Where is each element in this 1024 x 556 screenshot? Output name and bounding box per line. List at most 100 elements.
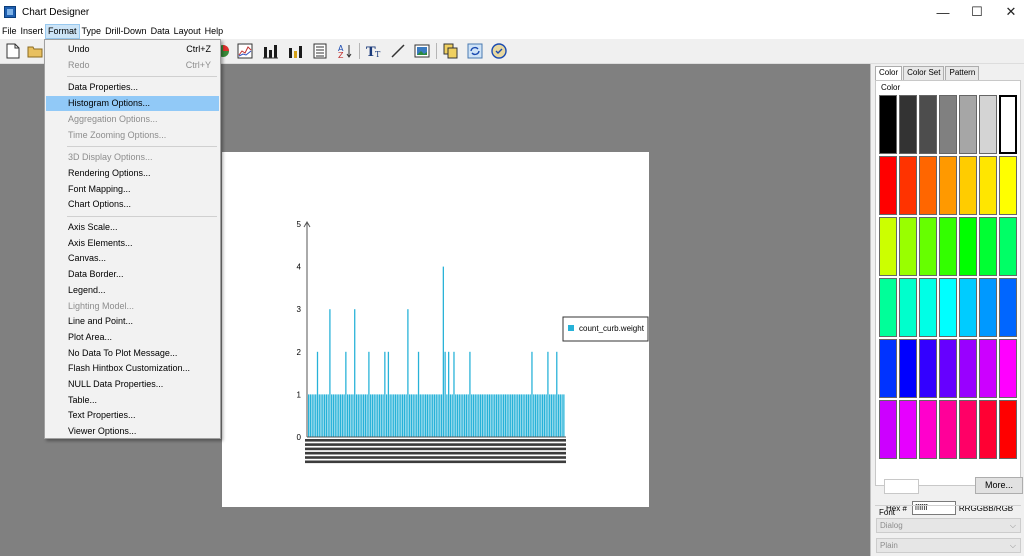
menu-item-axis-elements[interactable]: Axis Elements... (46, 236, 219, 251)
menu-item-text-properties[interactable]: Text Properties... (46, 408, 219, 423)
color-swatch[interactable] (919, 156, 937, 215)
color-swatch[interactable] (919, 95, 937, 154)
menu-type[interactable]: Type (80, 24, 104, 39)
menu-item-line-and-point[interactable]: Line and Point... (46, 314, 219, 329)
color-swatch[interactable] (899, 400, 917, 459)
menu-item-flash-hintbox-customization[interactable]: Flash Hintbox Customization... (46, 361, 219, 376)
menu-item-null-data-properties[interactable]: NULL Data Properties... (46, 377, 219, 392)
preview-icon[interactable] (490, 42, 508, 60)
tab-pattern[interactable]: Pattern (945, 66, 980, 80)
color-swatch[interactable] (979, 400, 997, 459)
color-swatch[interactable] (959, 156, 977, 215)
color-swatch[interactable] (899, 156, 917, 215)
color-swatch[interactable] (879, 278, 897, 337)
menu-item-data-properties[interactable]: Data Properties... (46, 80, 219, 95)
color-swatch[interactable] (899, 278, 917, 337)
color-swatch[interactable] (919, 339, 937, 398)
color-swatch[interactable] (999, 278, 1017, 337)
color-swatch[interactable] (979, 95, 997, 154)
menu-item-table[interactable]: Table... (46, 393, 219, 408)
text-icon[interactable]: TT (365, 42, 383, 60)
color-swatch[interactable] (879, 400, 897, 459)
menu-item-canvas[interactable]: Canvas... (46, 251, 219, 266)
menu-help[interactable]: Help (203, 24, 226, 39)
color-swatch[interactable] (999, 156, 1017, 215)
line-draw-icon[interactable] (389, 42, 407, 60)
copy-icon[interactable] (442, 42, 460, 60)
sort-az-icon[interactable]: AZ (336, 42, 354, 60)
menu-item-font-mapping[interactable]: Font Mapping... (46, 182, 219, 197)
menu-drill-down[interactable]: Drill-Down (103, 24, 149, 39)
color-swatch[interactable] (959, 278, 977, 337)
menu-item-undo[interactable]: Undo Ctrl+Z (46, 42, 219, 57)
chart-canvas[interactable]: 0 1 2 3 4 5 count_curb.weight (222, 152, 649, 507)
color-swatch[interactable] (939, 278, 957, 337)
color-swatch[interactable] (879, 95, 897, 154)
list-icon[interactable] (311, 42, 329, 60)
more-colors-button[interactable]: More... (975, 477, 1023, 494)
menu-item-axis-scale[interactable]: Axis Scale... (46, 220, 219, 235)
new-file-icon[interactable] (4, 42, 22, 60)
histogram-bar (462, 394, 464, 437)
histogram-bar (497, 394, 499, 437)
color-swatch[interactable] (899, 339, 917, 398)
tab-color-set[interactable]: Color Set (903, 66, 945, 80)
color-swatch[interactable] (919, 400, 937, 459)
menu-format[interactable]: Format (45, 24, 80, 39)
color-swatch[interactable] (959, 339, 977, 398)
menu-item-data-border[interactable]: Data Border... (46, 267, 219, 282)
color-swatch[interactable] (899, 217, 917, 276)
menu-data[interactable]: Data (149, 24, 172, 39)
color-swatch[interactable] (999, 217, 1017, 276)
color-swatch[interactable] (939, 339, 957, 398)
color-swatch[interactable] (919, 278, 937, 337)
menu-item-plot-area[interactable]: Plot Area... (46, 330, 219, 345)
maximize-button[interactable]: ☐ (960, 0, 994, 24)
color-swatch[interactable] (959, 400, 977, 459)
histogram-chart[interactable]: 0 1 2 3 4 5 count_curb.weight (222, 152, 649, 507)
menu-item-no-data-to-plot-message[interactable]: No Data To Plot Message... (46, 346, 219, 361)
color-swatch[interactable] (979, 217, 997, 276)
refresh-icon[interactable] (466, 42, 484, 60)
font-family-select[interactable]: Dialog ⌵ (876, 518, 1021, 533)
menu-item-histogram-options[interactable]: Histogram Options... (46, 96, 219, 112)
color-swatch[interactable] (879, 339, 897, 398)
color-swatch[interactable] (879, 217, 897, 276)
color-swatch[interactable] (999, 95, 1017, 154)
font-style-select[interactable]: Plain ⌵ (876, 538, 1021, 553)
minimize-button[interactable]: — (926, 0, 960, 24)
color-swatch[interactable] (959, 217, 977, 276)
histogram-bar (545, 394, 547, 437)
color-swatch[interactable] (939, 400, 957, 459)
histogram-bar (423, 394, 425, 437)
hex-input[interactable]: ffffff (911, 501, 956, 515)
menu-item-legend[interactable]: Legend... (46, 283, 219, 298)
tab-color[interactable]: Color (875, 66, 903, 81)
color-swatch[interactable] (919, 217, 937, 276)
color-swatch[interactable] (939, 95, 957, 154)
color-swatch[interactable] (979, 339, 997, 398)
color-swatch[interactable] (899, 95, 917, 154)
menu-item-chart-options[interactable]: Chart Options... (46, 197, 219, 212)
color-swatch[interactable] (979, 156, 997, 215)
menu-item-viewer-options[interactable]: Viewer Options... (46, 424, 219, 439)
color-swatch[interactable] (959, 95, 977, 154)
menu-layout[interactable]: Layout (172, 24, 203, 39)
menu-item-shortcut: Ctrl+Y (185, 59, 211, 70)
line-chart-icon[interactable] (236, 42, 254, 60)
menu-item-rendering-options[interactable]: Rendering Options... (46, 166, 219, 181)
close-button[interactable]: ✕ (994, 0, 1024, 24)
color-swatch[interactable] (939, 156, 957, 215)
open-folder-icon[interactable] (26, 42, 44, 60)
color-swatch[interactable] (939, 217, 957, 276)
color-swatch[interactable] (999, 339, 1017, 398)
menu-file[interactable]: File (0, 24, 19, 39)
color-swatch[interactable] (999, 400, 1017, 459)
bar-chart-icon[interactable] (261, 42, 279, 60)
color-swatch[interactable] (979, 278, 997, 337)
color-swatch[interactable] (879, 156, 897, 215)
image-icon[interactable] (413, 42, 431, 60)
histogram-bar (371, 394, 374, 437)
menu-insert[interactable]: Insert (19, 24, 46, 39)
stacked-bar-icon[interactable] (286, 42, 304, 60)
